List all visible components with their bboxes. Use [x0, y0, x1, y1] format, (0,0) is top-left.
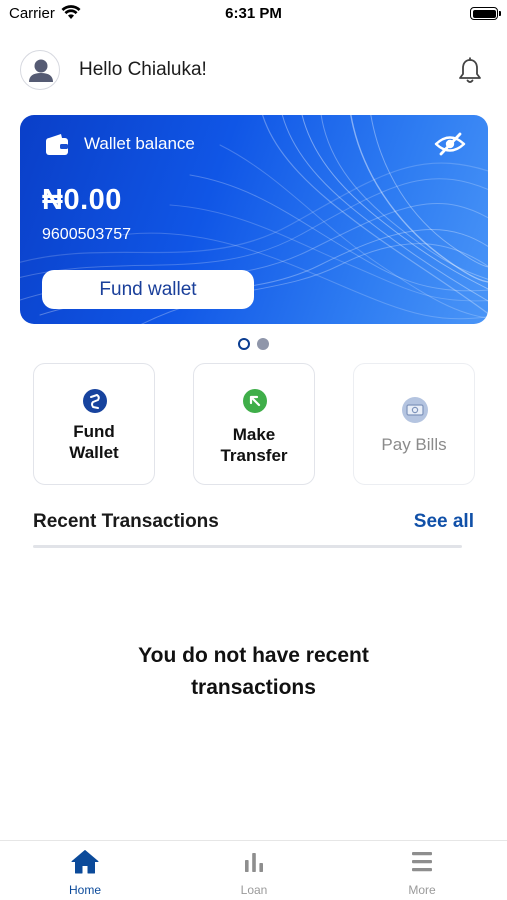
recent-transactions-title: Recent Transactions [33, 511, 219, 532]
wallet-card: Wallet balance ₦0.00 9600503757 Fund wal… [20, 115, 488, 324]
carousel-dot[interactable] [257, 338, 269, 350]
tab-loan[interactable]: Loan [204, 849, 304, 897]
battery-icon [470, 7, 501, 20]
wallet-account-number: 9600503757 [42, 226, 131, 243]
hide-balance-eye-icon[interactable] [434, 132, 466, 156]
tab-loan-label: Loan [240, 883, 268, 897]
empty-message-line1: You do not have recent [138, 644, 369, 667]
transfer-arrow-icon [243, 389, 267, 413]
empty-message-line2: transactions [191, 676, 316, 699]
quick-actions: Fund Wallet Make Transfer Pay Bills [33, 363, 475, 485]
avatar[interactable] [20, 50, 60, 90]
home-icon [71, 850, 99, 874]
bill-icon [402, 397, 428, 423]
status-bar: Carrier 6:31 PM [0, 0, 507, 30]
fund-wallet-action-line1: Fund [73, 422, 115, 441]
clock: 6:31 PM [225, 5, 282, 22]
empty-transactions-message: You do not have recent transactions [100, 640, 407, 704]
tab-more[interactable]: More [372, 849, 472, 897]
wallet-icon [46, 134, 68, 155]
see-all-link[interactable]: See all [414, 511, 474, 533]
tab-more-label: More [408, 883, 436, 897]
make-transfer-action-line1: Make [232, 425, 276, 444]
fund-wallet-icon [83, 389, 107, 413]
tab-home-label: Home [68, 883, 101, 897]
user-icon [29, 59, 53, 82]
bar-chart-icon [245, 853, 263, 872]
fund-wallet-action-line2: Wallet [69, 443, 119, 462]
carousel-dot-active[interactable] [238, 338, 250, 350]
tab-home[interactable]: Home [35, 849, 135, 897]
make-transfer-action[interactable]: Make Transfer [193, 363, 315, 485]
fund-wallet-button[interactable]: Fund wallet [42, 270, 254, 309]
wallet-balance-label: Wallet balance [84, 134, 195, 153]
menu-icon [412, 852, 432, 872]
bottom-tab-bar: Home Loan More [0, 840, 507, 900]
section-divider [33, 545, 462, 548]
header: Hello Chialuka! [20, 50, 487, 92]
fund-wallet-action[interactable]: Fund Wallet [33, 363, 155, 485]
make-transfer-action-line2: Transfer [220, 446, 288, 465]
greeting-text: Hello Chialuka! [79, 59, 207, 80]
pay-bills-action-label: Pay Bills [381, 435, 447, 454]
wallet-balance-amount: ₦0.00 [42, 184, 122, 216]
pay-bills-action[interactable]: Pay Bills [353, 363, 475, 485]
carousel-indicator [238, 338, 269, 350]
notification-bell-icon[interactable] [457, 57, 483, 85]
